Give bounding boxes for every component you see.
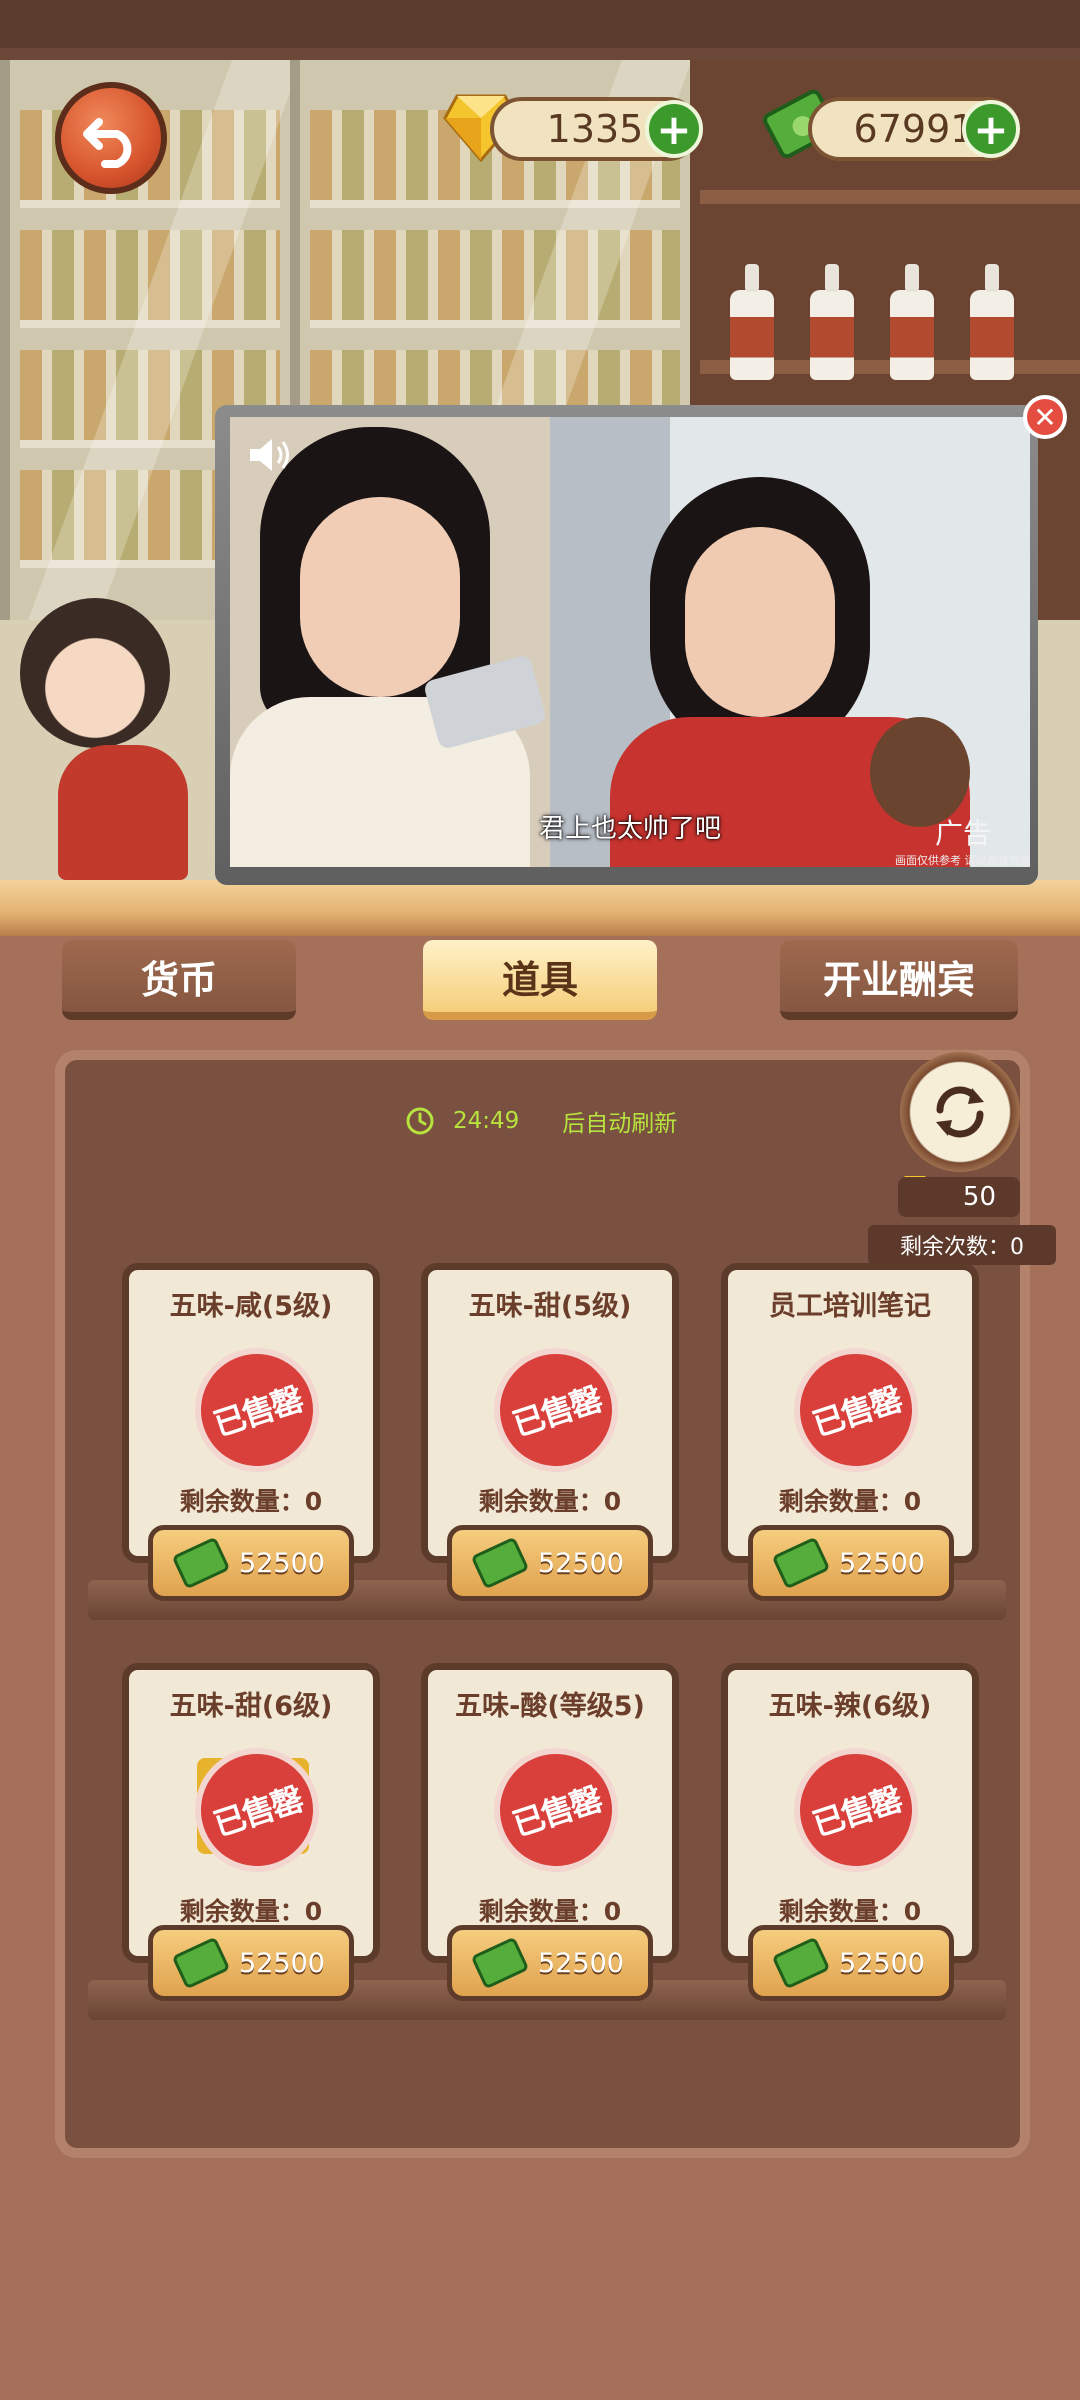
refresh-remaining: 剩余次数：0 bbox=[868, 1225, 1056, 1265]
tab-label: 道具 bbox=[501, 957, 578, 1002]
cash-count: 67991 bbox=[853, 107, 975, 151]
item-card[interactable]: 五味-咸(5级) 已售罄 剩余数量：0 bbox=[122, 1263, 380, 1563]
item-remaining: 剩余数量：0 bbox=[179, 1897, 323, 1926]
item-remaining: 剩余数量：0 bbox=[778, 1897, 922, 1926]
buy-button[interactable]: 52500 bbox=[148, 1925, 354, 2001]
cash-icon bbox=[171, 1936, 231, 1990]
item-card[interactable]: 五味-甜(5级) 已售罄 剩余数量：0 bbox=[421, 1263, 679, 1563]
refresh-icon bbox=[936, 1086, 984, 1138]
refresh-cost-value: 50 bbox=[962, 1182, 996, 1212]
clock-icon bbox=[406, 1107, 434, 1135]
item-remaining: 剩余数量：0 bbox=[478, 1487, 622, 1516]
tab-opening-promo[interactable]: 开业酬宾 bbox=[780, 940, 1018, 1020]
item-name: 五味-酸(等级5) bbox=[455, 1691, 645, 1722]
sold-out-stamp: 已售罄 bbox=[777, 1331, 935, 1489]
item-remaining: 剩余数量：0 bbox=[478, 1897, 622, 1926]
countdown-text: 24:49 bbox=[453, 1108, 520, 1134]
refresh-remaining-text: 剩余次数：0 bbox=[900, 1235, 1024, 1260]
refresh-button[interactable] bbox=[900, 1052, 1020, 1172]
close-icon: ✕ bbox=[1033, 400, 1057, 434]
item-name: 五味-甜(5级) bbox=[468, 1291, 632, 1322]
item-card[interactable]: 员工培训笔记 已售罄 剩余数量：0 bbox=[721, 1263, 979, 1563]
shopkeeper-body bbox=[58, 745, 188, 880]
close-ad-button[interactable]: ✕ bbox=[1023, 395, 1067, 439]
speaker-icon[interactable] bbox=[248, 437, 292, 473]
buy-button[interactable]: 52500 bbox=[447, 1925, 653, 2001]
tab-label: 开业酬宾 bbox=[822, 957, 975, 1002]
auto-refresh-text: 后自动刷新 bbox=[562, 1111, 678, 1137]
tab-items[interactable]: 道具 bbox=[423, 940, 657, 1020]
item-name: 员工培训笔记 bbox=[769, 1291, 931, 1322]
item-card[interactable]: 五味-甜(6级) 已售罄 剩余数量：0 bbox=[122, 1663, 380, 1963]
sold-out-stamp: 已售罄 bbox=[178, 1331, 336, 1489]
shop-counter bbox=[0, 880, 1080, 936]
cash-icon bbox=[470, 1936, 530, 1990]
item-name: 五味-甜(6级) bbox=[169, 1691, 333, 1722]
refresh-timer: 24:49 后自动刷新 bbox=[405, 1103, 677, 1139]
item-price: 52500 bbox=[538, 1947, 624, 1979]
item-price: 52500 bbox=[239, 1947, 325, 1979]
ad-subtitle: 君上也太帅了吧 bbox=[538, 814, 721, 844]
item-price: 52500 bbox=[839, 1547, 925, 1579]
item-remaining: 剩余数量：0 bbox=[778, 1487, 922, 1516]
item-price: 52500 bbox=[538, 1547, 624, 1579]
cash-icon bbox=[771, 1936, 831, 1990]
item-name: 五味-辣(6级) bbox=[768, 1691, 932, 1722]
tab-currency[interactable]: 货币 bbox=[62, 940, 296, 1020]
sold-out-stamp: 已售罄 bbox=[477, 1731, 635, 1889]
gem-count: 1335 bbox=[546, 107, 644, 151]
buy-button[interactable]: 52500 bbox=[748, 1525, 954, 1601]
tab-label: 货币 bbox=[140, 957, 217, 1002]
item-card[interactable]: 五味-辣(6级) 已售罄 剩余数量：0 bbox=[721, 1663, 979, 1963]
refresh-cost: 50 bbox=[898, 1177, 1020, 1217]
add-gems-button[interactable]: + bbox=[645, 100, 703, 158]
ad-label: 广告 bbox=[935, 817, 992, 850]
sold-out-stamp: 已售罄 bbox=[777, 1731, 935, 1889]
cash-icon bbox=[470, 1536, 530, 1590]
cash-icon bbox=[171, 1536, 231, 1590]
cash-icon bbox=[771, 1536, 831, 1590]
sold-out-stamp: 已售罄 bbox=[477, 1331, 635, 1489]
sold-out-stamp: 已售罄 bbox=[178, 1731, 336, 1889]
undo-arrow-icon bbox=[83, 118, 132, 168]
add-cash-button[interactable]: + bbox=[962, 100, 1020, 158]
buy-button[interactable]: 52500 bbox=[148, 1525, 354, 1601]
ad-disclaimer: 画面仅供参考 请以游戏为准 bbox=[895, 854, 1031, 867]
ad-video[interactable] bbox=[230, 417, 1030, 867]
back-button[interactable] bbox=[55, 82, 167, 194]
item-price: 52500 bbox=[839, 1947, 925, 1979]
buy-button[interactable]: 52500 bbox=[748, 1925, 954, 2001]
item-price: 52500 bbox=[239, 1547, 325, 1579]
item-name: 五味-咸(5级) bbox=[169, 1291, 333, 1322]
shopkeeper-avatar bbox=[20, 598, 170, 748]
item-card[interactable]: 五味-酸(等级5) 已售罄 剩余数量：0 bbox=[421, 1663, 679, 1963]
buy-button[interactable]: 52500 bbox=[447, 1525, 653, 1601]
item-remaining: 剩余数量：0 bbox=[179, 1487, 323, 1516]
